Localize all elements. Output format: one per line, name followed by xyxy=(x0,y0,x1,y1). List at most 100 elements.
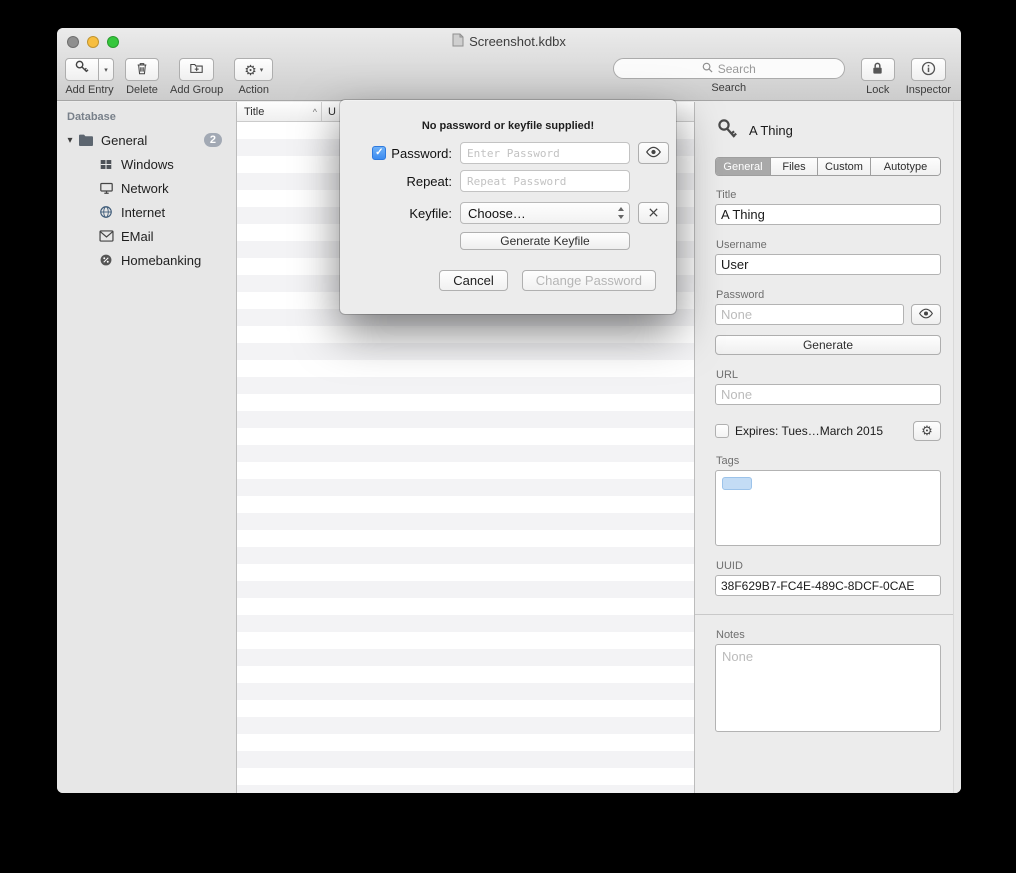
toolbar: ▾ Add Entry Delete xyxy=(57,55,961,101)
entry-count-badge: 2 xyxy=(204,133,222,147)
gear-icon: ⚙ xyxy=(244,63,257,77)
add-entry-dropdown[interactable]: ▾ xyxy=(99,58,114,81)
entry-title: A Thing xyxy=(749,123,793,138)
add-entry-label: Add Entry xyxy=(65,84,113,96)
sidebar-item-general[interactable]: ▾ General 2 xyxy=(57,128,236,152)
add-group-label: Add Group xyxy=(170,84,223,96)
expires-settings-button[interactable]: ⚙ xyxy=(913,421,941,441)
close-icon xyxy=(648,206,659,221)
dialog-repeat-label: Repeat: xyxy=(406,174,452,189)
sidebar-item-internet[interactable]: Internet xyxy=(57,200,236,224)
folder-icon xyxy=(77,132,95,148)
password-checkbox[interactable]: ✓ xyxy=(372,146,386,160)
chevron-down-icon: ▾ xyxy=(260,66,264,74)
search-input[interactable]: Search xyxy=(613,58,845,79)
sidebar-item-label: General xyxy=(101,133,147,148)
inspector-panel: A Thing General Files Custom Autotype Ti… xyxy=(695,102,961,793)
add-group-button[interactable] xyxy=(179,58,214,81)
sidebar-item-homebanking[interactable]: Homebanking xyxy=(57,248,236,272)
tags-field[interactable] xyxy=(715,470,941,546)
sidebar-item-network[interactable]: Network xyxy=(57,176,236,200)
dialog-password-input[interactable] xyxy=(460,142,630,164)
macpass-window: Screenshot.kdbx ▾ Add xyxy=(57,28,961,793)
chevron-down-icon: ▾ xyxy=(104,66,108,74)
delete-button[interactable] xyxy=(125,58,159,81)
tab-autotype[interactable]: Autotype xyxy=(871,158,940,175)
notes-field[interactable] xyxy=(715,644,941,732)
reveal-password-button[interactable] xyxy=(911,304,941,325)
delete-label: Delete xyxy=(126,84,158,96)
sidebar-item-label: Homebanking xyxy=(121,253,201,268)
generate-keyfile-button[interactable]: Generate Keyfile xyxy=(460,232,630,250)
column-username-label: U xyxy=(328,106,336,118)
traffic-lights xyxy=(67,36,119,48)
uuid-field[interactable] xyxy=(715,575,941,596)
tag-chip[interactable] xyxy=(722,477,752,490)
column-title-label: Title xyxy=(244,106,264,118)
uuid-field-label: UUID xyxy=(716,560,941,572)
minimize-window-button[interactable] xyxy=(87,36,99,48)
disclosure-triangle-icon[interactable]: ▾ xyxy=(63,135,77,146)
inspector-label: Inspector xyxy=(906,84,951,96)
change-password-button[interactable]: Change Password xyxy=(522,270,656,291)
sort-ascending-icon: ^ xyxy=(313,107,317,117)
tab-custom[interactable]: Custom xyxy=(818,158,871,175)
column-header-title[interactable]: Title ^ xyxy=(237,102,321,121)
network-icon xyxy=(97,180,115,196)
search-label: Search xyxy=(711,82,746,94)
window-title: Screenshot.kdbx xyxy=(469,34,566,49)
tab-files[interactable]: Files xyxy=(771,158,818,175)
dialog-password-label: Password: xyxy=(391,146,452,161)
close-window-button[interactable] xyxy=(67,36,79,48)
inspector-tabs: General Files Custom Autotype xyxy=(715,157,941,176)
inspector-divider xyxy=(695,614,961,615)
column-header-username[interactable]: U xyxy=(322,102,336,121)
username-field-label: Username xyxy=(716,239,941,251)
lock-label: Lock xyxy=(866,84,889,96)
sidebar-item-email[interactable]: EMail xyxy=(57,224,236,248)
info-icon xyxy=(921,61,936,79)
sidebar-item-windows[interactable]: Windows xyxy=(57,152,236,176)
dialog-reveal-password-button[interactable] xyxy=(638,142,669,164)
expires-checkbox[interactable] xyxy=(715,424,729,438)
password-field[interactable] xyxy=(715,304,904,325)
eye-icon xyxy=(645,146,662,161)
window-chrome: Screenshot.kdbx ▾ Add xyxy=(57,28,961,101)
trash-icon xyxy=(135,61,149,79)
generate-password-button[interactable]: Generate xyxy=(715,335,941,355)
username-field[interactable] xyxy=(715,254,941,275)
eye-icon xyxy=(918,307,934,322)
document-icon xyxy=(452,33,464,50)
expires-label: Expires: Tues…March 2015 xyxy=(735,424,907,438)
dialog-keyfile-label: Keyfile: xyxy=(409,206,452,221)
action-button[interactable]: ⚙ ▾ xyxy=(234,58,273,81)
folder-plus-icon xyxy=(189,61,204,78)
search-icon xyxy=(702,62,713,76)
gear-icon: ⚙ xyxy=(921,423,933,439)
sidebar-item-label: Network xyxy=(121,181,169,196)
keyfile-popup-button[interactable]: Choose… xyxy=(460,202,630,224)
add-entry-button[interactable]: ▾ xyxy=(65,58,114,81)
cancel-button[interactable]: Cancel xyxy=(439,270,507,291)
tags-field-label: Tags xyxy=(716,455,941,467)
windows-icon xyxy=(97,156,115,172)
sidebar-item-label: EMail xyxy=(121,229,154,244)
action-label: Action xyxy=(238,84,269,96)
url-field[interactable] xyxy=(715,384,941,405)
inspector-button[interactable] xyxy=(911,58,946,81)
title-field-label: Title xyxy=(716,189,941,201)
sidebar-item-label: Windows xyxy=(121,157,174,172)
mail-icon xyxy=(97,228,115,244)
clear-keyfile-button[interactable] xyxy=(638,202,669,224)
dialog-repeat-input[interactable] xyxy=(460,170,630,192)
zoom-window-button[interactable] xyxy=(107,36,119,48)
sidebar-item-label: Internet xyxy=(121,205,165,220)
tab-general[interactable]: General xyxy=(716,158,771,175)
inspector-scrollbar[interactable] xyxy=(953,102,961,793)
key-plus-icon xyxy=(74,59,90,80)
change-password-dialog: No password or keyfile supplied! ✓ Passw… xyxy=(340,100,676,314)
title-field[interactable] xyxy=(715,204,941,225)
keyfile-popup-value: Choose… xyxy=(468,206,526,221)
lock-button[interactable] xyxy=(861,58,895,81)
password-field-label: Password xyxy=(716,289,941,301)
